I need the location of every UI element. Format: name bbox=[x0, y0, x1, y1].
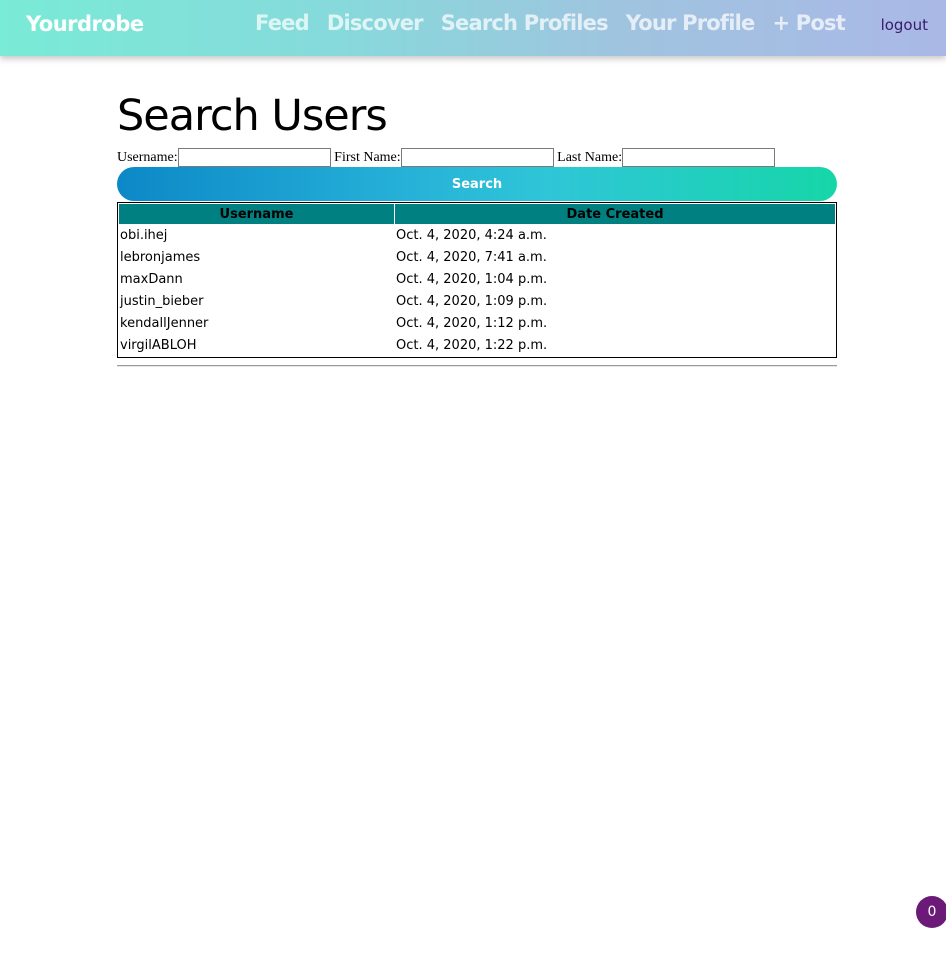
column-header-date-created: Date Created bbox=[395, 204, 835, 224]
section-divider bbox=[117, 365, 837, 367]
brand-logo-link[interactable]: Yourdrobe bbox=[26, 12, 144, 36]
nav-link-your-profile[interactable]: Your Profile bbox=[626, 11, 755, 35]
search-form: Username: First Name: Last Name: Search bbox=[117, 148, 837, 201]
page-title: Search Users bbox=[117, 91, 388, 141]
last-name-field-group: Last Name: bbox=[557, 148, 776, 167]
last-name-input[interactable] bbox=[622, 148, 776, 167]
cell-date-created: Oct. 4, 2020, 1:04 p.m. bbox=[396, 272, 548, 287]
cell-date-created: Oct. 4, 2020, 1:09 p.m. bbox=[396, 294, 548, 309]
username-label: Username: bbox=[117, 149, 178, 165]
cell-date-created: Oct. 4, 2020, 4:24 a.m. bbox=[396, 228, 547, 243]
cell-date-created: Oct. 4, 2020, 1:12 p.m. bbox=[396, 316, 548, 331]
nav-link-discover[interactable]: Discover bbox=[327, 11, 424, 35]
cell-username: kendallJenner bbox=[120, 316, 209, 331]
cell-username: obi.ihej bbox=[120, 228, 168, 243]
table-row: virgilABLOH Oct. 4, 2020, 1:22 p.m. bbox=[119, 335, 835, 356]
nav-link-search-profiles[interactable]: Search Profiles bbox=[441, 11, 609, 35]
first-name-field-group: First Name: bbox=[334, 148, 554, 167]
table-row: justin_bieber Oct. 4, 2020, 1:09 p.m. bbox=[119, 291, 835, 312]
username-input[interactable] bbox=[177, 148, 331, 167]
main-nav: Feed Discover Search Profiles Your Profi… bbox=[255, 11, 846, 35]
cell-username: justin_bieber bbox=[120, 294, 204, 309]
main-content: Search Users Username: First Name: Last … bbox=[117, 88, 837, 367]
nav-link-feed[interactable]: Feed bbox=[255, 11, 310, 35]
last-name-label: Last Name: bbox=[557, 149, 623, 165]
table-row: lebronjames Oct. 4, 2020, 7:41 a.m. bbox=[119, 247, 835, 268]
cell-date-created: Oct. 4, 2020, 1:22 p.m. bbox=[396, 338, 548, 353]
first-name-input[interactable] bbox=[400, 148, 554, 167]
table-row: maxDann Oct. 4, 2020, 1:04 p.m. bbox=[119, 269, 835, 290]
cell-username: maxDann bbox=[120, 272, 183, 287]
top-navbar: Yourdrobe Feed Discover Search Profiles … bbox=[0, 0, 946, 56]
search-button[interactable]: Search bbox=[117, 167, 837, 201]
results-table: Username Date Created obi.ihej Oct. 4, 2… bbox=[117, 202, 837, 358]
cell-username: virgilABLOH bbox=[120, 338, 197, 353]
cell-username: lebronjames bbox=[120, 250, 201, 265]
logout-link[interactable]: logout bbox=[881, 16, 928, 34]
username-field-group: Username: bbox=[117, 148, 331, 167]
first-name-label: First Name: bbox=[334, 149, 401, 165]
table-row: obi.ihej Oct. 4, 2020, 4:24 a.m. bbox=[119, 225, 835, 246]
table-row: kendallJenner Oct. 4, 2020, 1:12 p.m. bbox=[119, 313, 835, 334]
nav-link-post[interactable]: + Post bbox=[772, 11, 845, 35]
cell-date-created: Oct. 4, 2020, 7:41 a.m. bbox=[396, 250, 547, 265]
notification-badge[interactable]: 0 bbox=[916, 896, 946, 928]
column-header-username: Username bbox=[119, 204, 394, 224]
table-header-row: Username Date Created bbox=[119, 204, 835, 224]
